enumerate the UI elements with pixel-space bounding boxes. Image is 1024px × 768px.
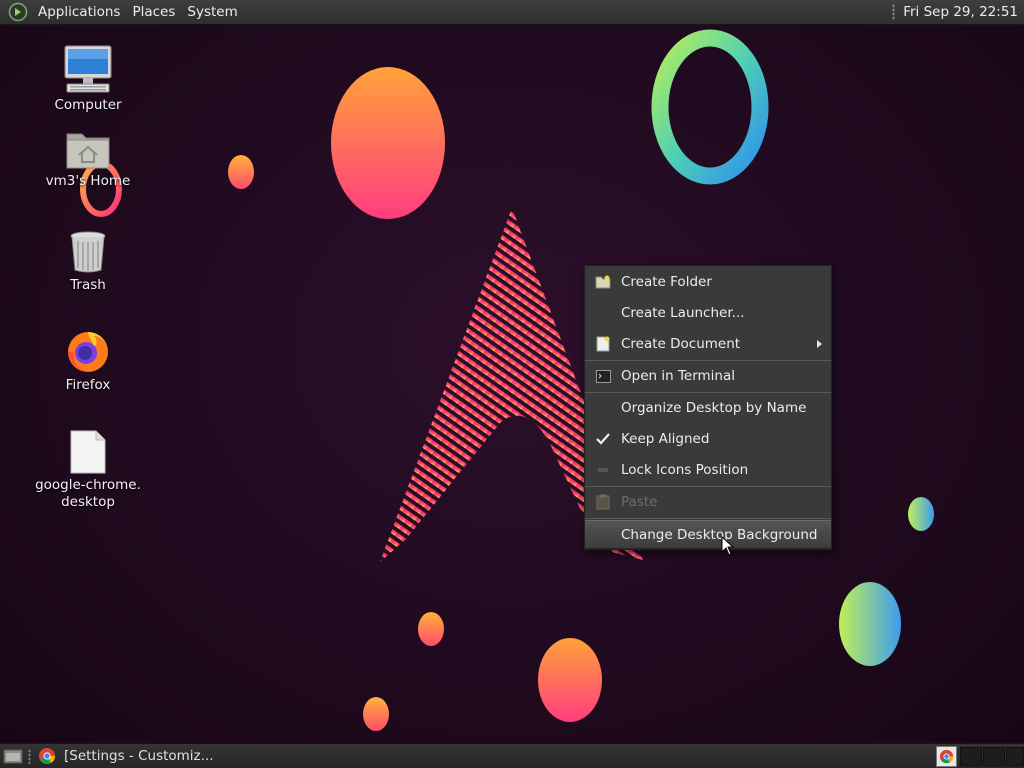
menu-item-organize-desktop[interactable]: Organize Desktop by Name — [585, 394, 831, 422]
menu-item-label: Change Desktop Background — [621, 526, 818, 543]
workspace-2[interactable] — [983, 747, 1005, 766]
menu-item-label: Open in Terminal — [621, 368, 735, 384]
desktop-icon-label: Firefox — [65, 377, 111, 393]
desktop-icon-home[interactable]: vm3's Home — [33, 130, 143, 190]
menu-item-paste: Paste — [585, 488, 831, 516]
menu-item-create-launcher[interactable]: Create Launcher... — [585, 299, 831, 327]
menu-separator — [585, 518, 831, 519]
desktop-wallpaper — [80, 29, 934, 731]
top-panel: Applications Places System Fri Sep 29, 2… — [0, 0, 1024, 25]
menu-item-change-background[interactable]: Change Desktop Background — [585, 520, 831, 549]
menu-separator — [585, 392, 831, 393]
check-icon — [596, 433, 610, 445]
document-new-icon — [596, 336, 610, 352]
menu-item-label: Keep Aligned — [621, 431, 710, 447]
panel-handle[interactable] — [28, 749, 31, 764]
desktop-icon-label: google-chrome. desktop — [35, 477, 141, 510]
menu-separator — [585, 486, 831, 487]
desktop-icon-label: vm3's Home — [45, 173, 131, 189]
show-desktop-icon[interactable] — [3, 748, 23, 764]
menu-item-label: Create Document — [621, 336, 741, 352]
taskbar-item-label: [Settings - Customiz... — [64, 748, 214, 764]
panel-handle[interactable] — [892, 3, 896, 21]
menu-item-label: Organize Desktop by Name — [621, 400, 807, 416]
paste-icon — [596, 494, 610, 510]
menu-item-label: Paste — [621, 494, 658, 510]
desktop-icon-label: Computer — [54, 97, 122, 113]
menu-item-create-folder[interactable]: Create Folder — [585, 268, 831, 296]
menu-applications[interactable]: Applications — [32, 0, 126, 25]
desktop-icon-label: Trash — [70, 277, 106, 293]
workspace-1[interactable] — [960, 747, 982, 766]
taskbar-item-settings[interactable]: [Settings - Customiz... — [36, 745, 336, 767]
desktop-context-menu: Create Folder Create Launcher... Create … — [584, 265, 832, 550]
terminal-icon — [595, 369, 611, 383]
chrome-icon — [39, 748, 56, 765]
submenu-arrow-icon — [817, 340, 822, 348]
trash-icon — [70, 231, 106, 273]
menu-system[interactable]: System — [181, 0, 243, 25]
desktop-icon-computer[interactable]: Computer — [33, 44, 143, 114]
menu-item-label: Create Folder — [621, 274, 712, 290]
menu-item-open-terminal[interactable]: Open in Terminal — [585, 362, 831, 390]
menu-item-keep-aligned[interactable]: Keep Aligned — [585, 425, 831, 453]
menu-item-label: Lock Icons Position — [621, 462, 749, 478]
menu-item-label: Create Launcher... — [621, 305, 745, 321]
menu-separator — [585, 360, 831, 361]
desktop-icon-trash[interactable]: Trash — [33, 230, 143, 294]
lock-toggle-icon — [598, 468, 608, 472]
tray-chrome-icon[interactable] — [936, 746, 957, 767]
mouse-cursor-icon — [721, 536, 735, 556]
menu-item-lock-icons[interactable]: Lock Icons Position — [585, 456, 831, 484]
distro-logo-icon[interactable] — [8, 2, 28, 22]
workspace-3[interactable] — [1006, 747, 1024, 766]
desktop-icon-firefox[interactable]: Firefox — [33, 326, 143, 394]
folder-new-icon — [595, 275, 611, 289]
desktop-icon-chrome-desktop[interactable]: google-chrome. desktop — [33, 430, 143, 511]
computer-icon — [64, 45, 112, 93]
home-folder-icon — [66, 133, 110, 169]
firefox-icon — [68, 332, 108, 372]
menu-item-create-document[interactable]: Create Document — [585, 330, 831, 358]
bottom-panel: [Settings - Customiz... — [0, 743, 1024, 768]
menu-places[interactable]: Places — [126, 0, 181, 25]
document-icon — [70, 430, 106, 474]
clock[interactable]: Fri Sep 29, 22:51 — [903, 4, 1018, 20]
